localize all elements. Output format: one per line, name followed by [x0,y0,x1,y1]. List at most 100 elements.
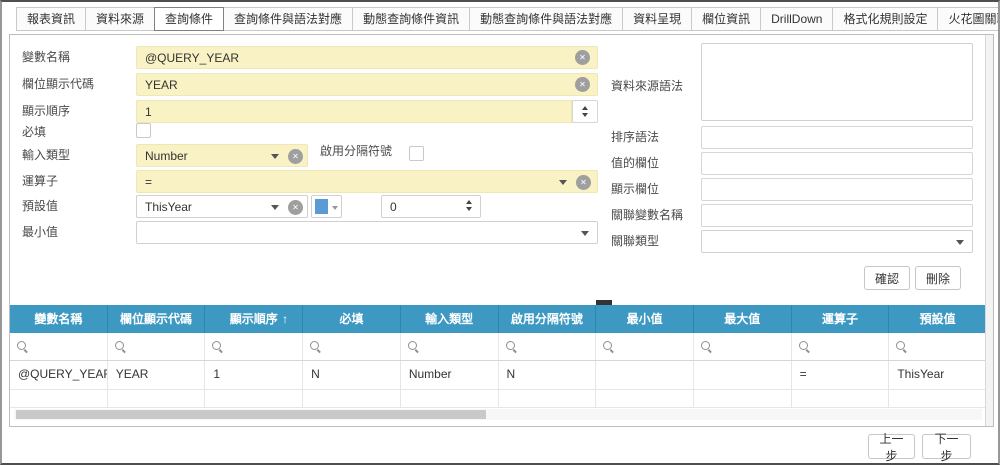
table-cell [889,390,986,407]
input-type-select[interactable]: Number [136,144,308,167]
tab-query-condition-syntax-mapping[interactable]: 查詢條件與語法對應 [223,7,353,31]
next-step-button[interactable]: 下一步 [922,434,971,459]
sort-asc-icon: ↑ [282,305,288,333]
sort-syntax-input[interactable] [701,126,973,149]
min-value-label: 最小值 [22,221,58,244]
table-cell [596,361,694,389]
tab-column-info[interactable]: 欄位資訊 [691,7,761,31]
related-type-select[interactable] [701,230,973,253]
operator-value: = [145,175,152,189]
table-row[interactable]: @QUERY_YEAR YEAR 1 N Number N = ThisYear [10,361,986,390]
column-filter-input[interactable] [889,333,986,360]
table-header-row: 變數名稱 欄位顯示代碼 顯示順序 ↑ 必填 輸入類型 啟用分隔符號 最小值 最大值… [10,305,986,333]
table-filter-row [10,333,986,361]
display-field-input[interactable] [701,178,973,201]
tab-format-rule-settings[interactable]: 格式化規則設定 [832,7,938,31]
confirm-button[interactable]: 確認 [864,266,910,290]
operator-select[interactable]: = [136,170,598,193]
variable-name-input[interactable] [136,46,598,69]
step-down-icon[interactable] [582,113,588,117]
operator-clear-icon[interactable] [576,175,591,190]
column-filter-input[interactable] [205,333,303,360]
step-up-icon[interactable] [582,106,588,110]
related-variable-name-input[interactable] [701,204,973,227]
prev-step-button[interactable]: 上一步 [868,434,915,459]
results-table: 變數名稱 欄位顯示代碼 顯示順序 ↑ 必填 輸入類型 啟用分隔符號 最小值 最大值… [10,305,986,408]
table-cell: Number [401,361,499,389]
tab-dynamic-query-condition-info[interactable]: 動態查詢條件資訊 [352,7,470,31]
color-swatch [315,199,328,214]
table-cell [596,390,694,407]
required-checkbox[interactable] [136,123,151,138]
column-header-label: 顯示順序 [230,312,278,326]
search-icon [17,341,29,353]
default-value-clear-icon[interactable] [288,200,303,215]
display-order-stepper[interactable] [572,100,598,123]
input-type-value: Number [145,149,188,163]
default-value-label: 預設值 [22,195,58,218]
display-order-input[interactable] [136,100,572,123]
related-variable-name-label: 關聯變數名稱 [611,204,683,227]
table-cell [694,390,792,407]
column-filter-input[interactable] [303,333,401,360]
datasource-syntax-textarea[interactable] [701,43,973,121]
search-icon [310,341,322,353]
table-cell [792,390,890,407]
column-filter-input[interactable] [499,333,597,360]
column-header-operator[interactable]: 運算子 [792,305,890,333]
tab-sparkline-association-settings[interactable]: 火花圖關聯設定 [937,7,1000,31]
column-header-default-value[interactable]: 預設值 [889,305,986,333]
tab-dynamic-query-condition-syntax-mapping[interactable]: 動態查詢條件與語法對應 [469,7,623,31]
chevron-down-icon [581,231,589,236]
tab-data-source[interactable]: 資料來源 [85,7,155,31]
search-icon [799,341,811,353]
tab-drilldown[interactable]: DrillDown [760,7,833,31]
horizontal-scrollbar-track[interactable] [14,409,982,420]
default-value-select[interactable]: ThisYear [136,195,308,218]
field-display-code-clear-icon[interactable] [575,77,590,92]
tab-report-info[interactable]: 報表資訊 [16,7,86,31]
column-header-input-type[interactable]: 輸入類型 [401,305,499,333]
table-cell: N [499,361,597,389]
step-down-icon[interactable] [466,207,472,211]
column-header-enable-separator[interactable]: 啟用分隔符號 [499,305,597,333]
column-filter-input[interactable] [401,333,499,360]
column-header-field-display-code[interactable]: 欄位顯示代碼 [108,305,206,333]
color-swatch-picker[interactable] [311,195,342,218]
chevron-down-icon [271,154,279,159]
operator-label: 運算子 [22,170,58,193]
enable-separator-checkbox[interactable] [409,146,424,161]
step-up-icon[interactable] [466,200,472,204]
variable-name-clear-icon[interactable] [575,50,590,65]
delete-button[interactable]: 刪除 [915,266,961,290]
chevron-down-icon [559,180,567,185]
table-cell [10,390,108,407]
search-icon [506,341,518,353]
column-filter-input[interactable] [792,333,890,360]
column-header-max-value[interactable]: 最大值 [694,305,792,333]
column-header-variable-name[interactable]: 變數名稱 [10,305,108,333]
default-number-field [381,195,481,218]
tab-query-condition[interactable]: 查詢條件 [154,7,224,31]
column-filter-input[interactable] [596,333,694,360]
vertical-scrollbar-track[interactable] [985,35,993,426]
min-value-select[interactable] [136,221,598,244]
column-header-required[interactable]: 必填 [303,305,401,333]
default-number-input[interactable] [382,196,468,217]
horizontal-scrollbar-thumb[interactable] [16,410,486,419]
table-cell: YEAR [108,361,206,389]
column-filter-input[interactable] [10,333,108,360]
value-field-input[interactable] [701,152,973,175]
column-filter-input[interactable] [108,333,206,360]
table-cell: = [792,361,890,389]
column-filter-input[interactable] [694,333,792,360]
column-header-min-value[interactable]: 最小值 [596,305,694,333]
table-cell [303,390,401,407]
tab-data-presentation[interactable]: 資料呈現 [622,7,692,31]
column-header-display-order[interactable]: 顯示順序 ↑ [205,305,303,333]
input-type-clear-icon[interactable] [288,149,303,164]
table-cell [499,390,597,407]
field-display-code-input[interactable] [136,73,598,96]
default-number-stepper[interactable] [466,200,472,211]
table-cell: N [303,361,401,389]
